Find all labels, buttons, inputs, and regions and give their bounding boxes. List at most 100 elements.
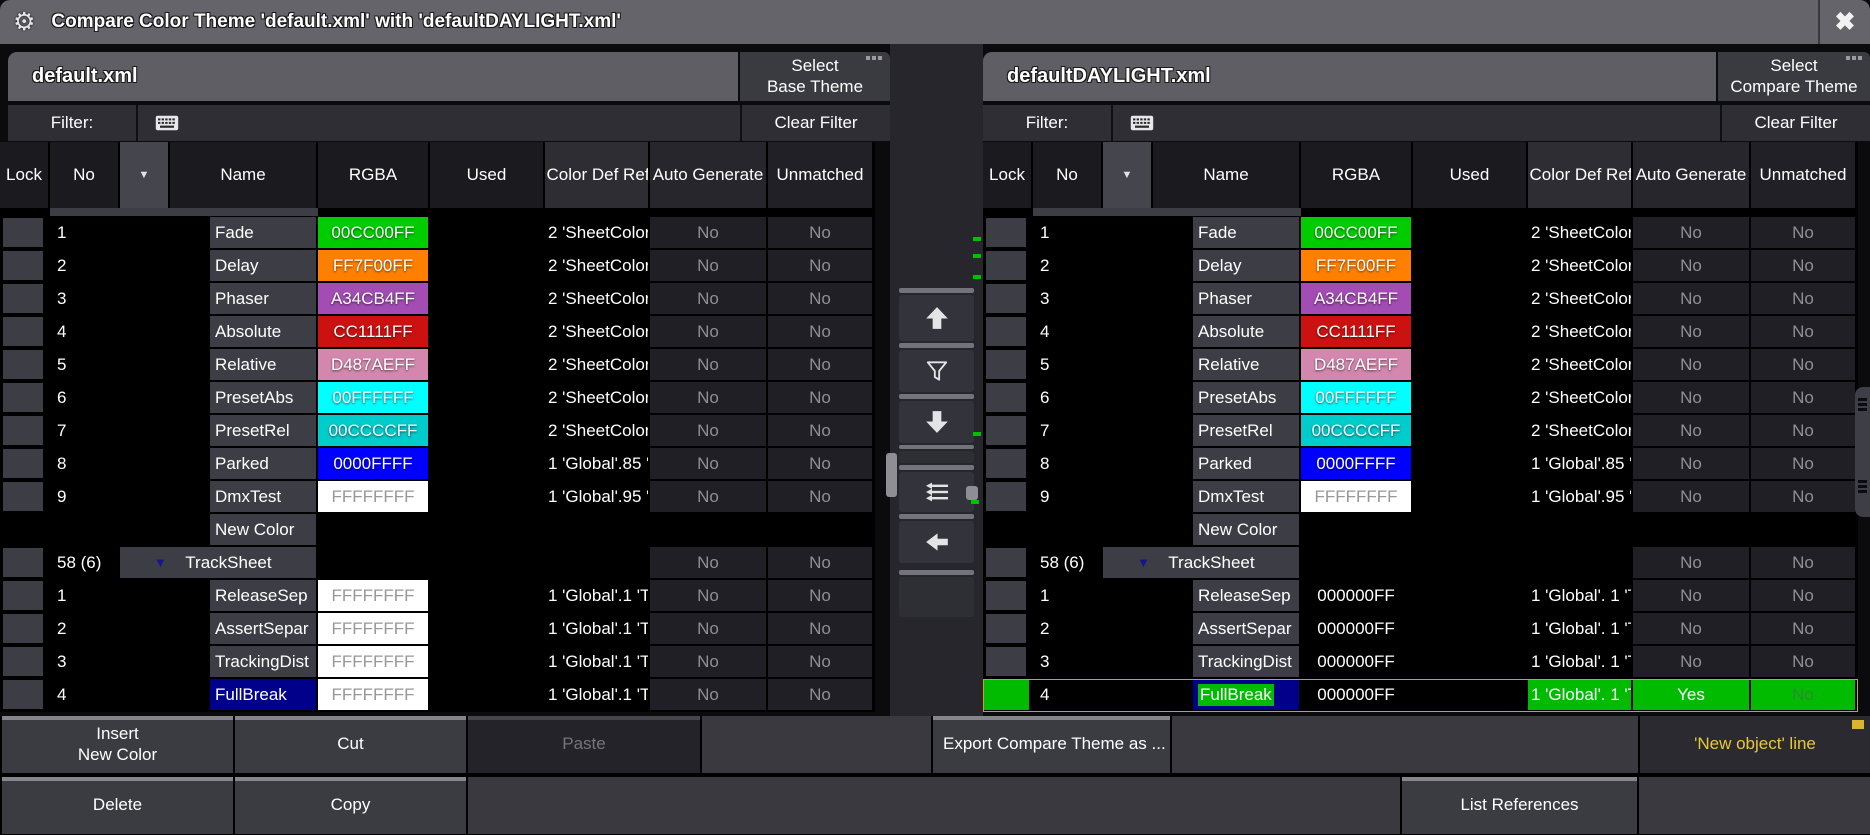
name-cell[interactable]: Relative bbox=[170, 349, 318, 380]
auto-generate-cell[interactable]: No bbox=[650, 349, 768, 380]
row-number-cell[interactable]: 3 bbox=[1033, 283, 1103, 314]
window-titlebar[interactable]: ⚙ Compare Color Theme 'default.xml' with… bbox=[0, 0, 1870, 44]
table-row[interactable]: 9DmxTestFFFFFFFF1 'Global'.95 'DNoNo bbox=[0, 481, 875, 514]
used-cell[interactable] bbox=[430, 283, 545, 314]
used-cell[interactable] bbox=[1413, 316, 1528, 347]
lock-cell[interactable] bbox=[0, 481, 50, 512]
spacer-button[interactable] bbox=[899, 451, 974, 463]
auto-generate-cell[interactable]: No bbox=[650, 283, 768, 314]
dropdown-cell[interactable] bbox=[1103, 415, 1153, 446]
table-row[interactable]: 3PhaserA34CB4FF2 'SheetColor'.NoNo bbox=[0, 283, 875, 316]
rgba-cell[interactable]: FFFFFFFF bbox=[318, 580, 430, 611]
row-number-cell[interactable]: 3 bbox=[1033, 646, 1103, 677]
filter-input[interactable] bbox=[196, 105, 740, 141]
lock-cell[interactable] bbox=[983, 679, 1033, 710]
lock-cell[interactable] bbox=[0, 646, 50, 677]
rgba-cell[interactable]: D487AEFF bbox=[318, 349, 430, 380]
column-header-sort[interactable]: ▼ bbox=[120, 142, 170, 208]
dropdown-cell[interactable] bbox=[120, 580, 170, 611]
row-number-cell[interactable]: 4 bbox=[50, 679, 120, 710]
used-cell[interactable] bbox=[430, 514, 545, 545]
rgba-cell[interactable]: 00CCCCFF bbox=[1301, 415, 1413, 446]
lock-cell[interactable] bbox=[983, 415, 1033, 446]
unmatched-cell[interactable]: No bbox=[768, 580, 874, 611]
row-number-cell[interactable]: 4 bbox=[1033, 316, 1103, 347]
color-def-ref-cell[interactable]: 2 'SheetColor'. bbox=[545, 217, 650, 248]
unmatched-cell[interactable]: No bbox=[768, 547, 874, 578]
name-cell[interactable]: PresetAbs bbox=[1153, 382, 1301, 413]
close-button[interactable]: ✖ bbox=[1818, 0, 1870, 44]
rgba-cell[interactable]: 000000FF bbox=[1301, 679, 1413, 710]
used-cell[interactable] bbox=[1413, 382, 1528, 413]
row-number-cell[interactable]: 1 bbox=[50, 217, 120, 248]
name-cell[interactable]: Parked bbox=[170, 448, 318, 479]
color-def-ref-cell[interactable]: 1 'Global'. 1 'Te bbox=[1528, 679, 1633, 710]
color-def-ref-cell[interactable]: 2 'SheetColor'. bbox=[545, 250, 650, 281]
dropdown-cell[interactable] bbox=[120, 283, 170, 314]
name-cell[interactable]: Parked bbox=[1153, 448, 1301, 479]
column-header-sort[interactable]: ▼ bbox=[1103, 142, 1153, 208]
dropdown-cell[interactable] bbox=[120, 613, 170, 644]
rgba-cell[interactable]: A34CB4FF bbox=[318, 283, 430, 314]
unmatched-cell[interactable]: No bbox=[768, 250, 874, 281]
column-header-no[interactable]: No bbox=[50, 142, 120, 208]
used-cell[interactable] bbox=[430, 349, 545, 380]
unmatched-cell[interactable]: No bbox=[768, 448, 874, 479]
row-number-cell[interactable]: 2 bbox=[1033, 613, 1103, 644]
name-cell[interactable]: TrackingDist bbox=[1153, 646, 1301, 677]
dropdown-cell[interactable] bbox=[120, 514, 170, 545]
color-def-ref-cell[interactable]: 2 'SheetColor'. bbox=[1528, 283, 1633, 314]
auto-generate-cell[interactable]: No bbox=[1633, 580, 1751, 611]
name-cell[interactable]: AssertSepar bbox=[1153, 613, 1301, 644]
table-row[interactable]: 58 (6)▼TrackSheetNoNo bbox=[983, 547, 1858, 580]
dropdown-cell[interactable] bbox=[120, 481, 170, 512]
unmatched-cell[interactable]: No bbox=[768, 382, 874, 413]
row-number-cell[interactable]: 9 bbox=[50, 481, 120, 512]
list-references-button[interactable]: List References bbox=[1402, 777, 1637, 834]
color-def-ref-cell[interactable]: 2 'SheetColor'. bbox=[545, 415, 650, 446]
rgba-cell[interactable]: 00CC00FF bbox=[1301, 217, 1413, 248]
column-header-lock[interactable]: Lock bbox=[0, 142, 50, 208]
name-cell[interactable]: Absolute bbox=[170, 316, 318, 347]
row-number-cell[interactable] bbox=[50, 514, 120, 545]
color-def-ref-cell[interactable] bbox=[1528, 547, 1633, 578]
name-cell[interactable]: Absolute bbox=[1153, 316, 1301, 347]
dropdown-cell[interactable] bbox=[120, 349, 170, 380]
table-row[interactable]: 3TrackingDist000000FF1 'Global'. 1 'TeNo… bbox=[983, 646, 1858, 679]
dropdown-cell[interactable] bbox=[120, 382, 170, 413]
auto-generate-cell[interactable]: No bbox=[1633, 448, 1751, 479]
insert-new-color-button[interactable]: Insert New Color bbox=[2, 716, 233, 773]
name-cell[interactable]: Fade bbox=[170, 217, 318, 248]
table-row[interactable]: 3PhaserA34CB4FF2 'SheetColor'.NoNo bbox=[983, 283, 1858, 316]
lock-cell[interactable] bbox=[983, 217, 1033, 248]
auto-generate-cell[interactable]: No bbox=[1633, 415, 1751, 446]
unmatched-cell[interactable]: No bbox=[1751, 547, 1857, 578]
used-cell[interactable] bbox=[1413, 481, 1528, 512]
unmatched-cell[interactable]: No bbox=[768, 415, 874, 446]
unmatched-cell[interactable]: No bbox=[1751, 481, 1857, 512]
table-row[interactable]: 3TrackingDistFFFFFFFF1 'Global'.1 'TeNoN… bbox=[0, 646, 875, 679]
lock-cell[interactable] bbox=[0, 679, 50, 710]
copy-button[interactable]: Copy bbox=[235, 777, 466, 834]
used-cell[interactable] bbox=[1413, 613, 1528, 644]
row-number-cell[interactable]: 8 bbox=[1033, 448, 1103, 479]
lock-cell[interactable] bbox=[0, 283, 50, 314]
table-row-highlighted[interactable]: 4FullBreak000000FF1 'Global'. 1 'TeYesNo bbox=[983, 679, 1858, 712]
used-cell[interactable] bbox=[430, 547, 545, 578]
table-row[interactable]: 2AssertSepar000000FF1 'Global'. 1 'TeNoN… bbox=[983, 613, 1858, 646]
column-header-name[interactable]: Name bbox=[1153, 142, 1301, 208]
rgba-cell[interactable]: 0000FFFF bbox=[318, 448, 430, 479]
table-row[interactable]: 8Parked0000FFFF1 'Global'.85 'PNoNo bbox=[0, 448, 875, 481]
auto-generate-cell[interactable]: No bbox=[650, 382, 768, 413]
table-row[interactable]: 5RelativeD487AEFF2 'SheetColor'.NoNo bbox=[983, 349, 1858, 382]
unmatched-cell[interactable]: No bbox=[1751, 679, 1857, 710]
base-theme-title[interactable]: default.xml bbox=[8, 52, 738, 101]
rgba-cell[interactable] bbox=[1301, 547, 1413, 578]
rgba-cell[interactable] bbox=[318, 547, 430, 578]
unmatched-cell[interactable] bbox=[768, 514, 874, 545]
auto-generate-cell[interactable]: No bbox=[1633, 382, 1751, 413]
name-cell[interactable]: Phaser bbox=[1153, 283, 1301, 314]
column-header-no[interactable]: No bbox=[1033, 142, 1103, 208]
rgba-cell[interactable]: 0000FFFF bbox=[1301, 448, 1413, 479]
unmatched-cell[interactable]: No bbox=[1751, 283, 1857, 314]
